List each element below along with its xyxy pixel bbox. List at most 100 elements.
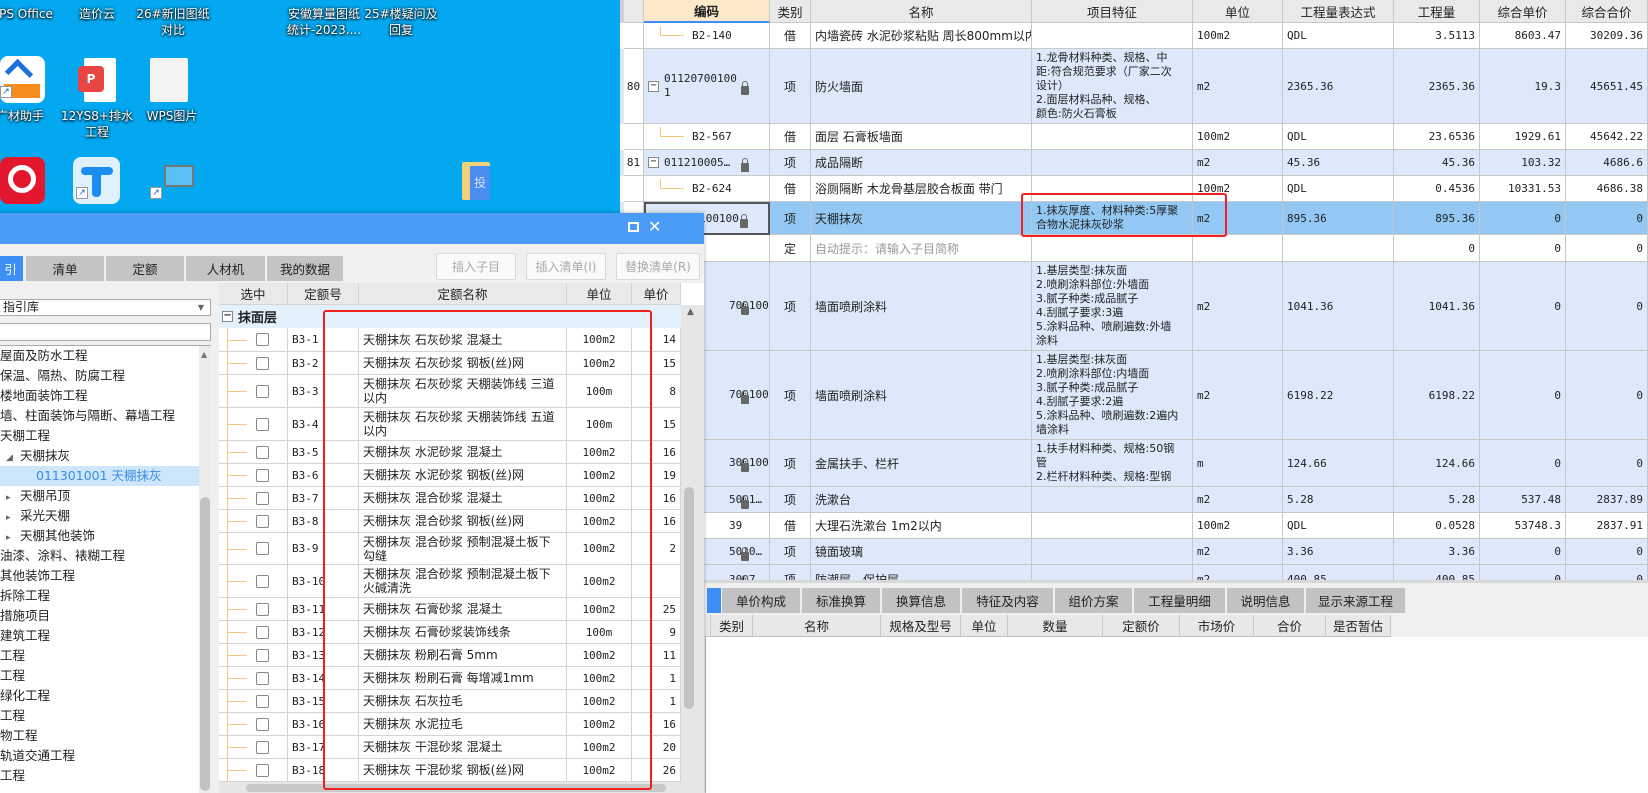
pdf-file-icon[interactable]: P — [78, 58, 116, 102]
collapsed-arrow-icon[interactable]: ▸ — [6, 508, 20, 528]
select-cell[interactable] — [219, 759, 288, 782]
row-checkbox[interactable] — [255, 763, 269, 777]
select-cell[interactable] — [219, 375, 288, 408]
tree-item[interactable]: 工程 — [0, 666, 199, 686]
tree-item[interactable]: 绿化工程 — [0, 686, 199, 706]
select-cell[interactable] — [219, 510, 288, 533]
dialog-button-0[interactable]: 插入子目 — [436, 253, 516, 280]
detail-column-header[interactable]: 单位 — [961, 615, 1008, 637]
dialog-title-bar[interactable]: ✕ — [0, 213, 704, 244]
tree-item[interactable]: 天棚工程 — [0, 426, 199, 446]
collapse-icon[interactable]: − — [648, 157, 659, 168]
this-pc-icon[interactable] — [164, 165, 194, 187]
table-row[interactable]: 700100 项墙面喷刷涂料 1.基层类型:抹灰面 2.喷刷涂料部位:外墙面 3.腻… — [620, 262, 1648, 351]
tab-1[interactable]: 标准换算 — [802, 588, 882, 613]
dialog-tab-0[interactable]: 引 — [0, 256, 23, 281]
desktop-icon-guangcai[interactable]: 广材助手 — [0, 108, 60, 124]
column-header[interactable]: 编码 — [644, 0, 770, 23]
quota-column-header[interactable]: 定额号 — [288, 283, 359, 305]
row-checkbox[interactable] — [255, 694, 269, 708]
tree-item[interactable]: 拆除工程 — [0, 586, 199, 606]
detail-column-header[interactable]: 名称 — [753, 615, 881, 637]
row-checkbox[interactable] — [255, 740, 269, 754]
name-cell[interactable]: 大理石洗漱台 1m2以内 — [811, 513, 1032, 539]
row-checkbox[interactable] — [255, 491, 269, 505]
detail-column-header[interactable]: 规格及型号 — [881, 615, 961, 637]
name-cell[interactable]: 金属扶手、栏杆 — [811, 440, 1032, 487]
expr-cell[interactable]: 400.85 — [1283, 565, 1394, 580]
tree-item[interactable]: 保温、隔热、防腐工程 — [0, 366, 199, 386]
tree-scrollbar[interactable]: ▲ — [199, 346, 211, 793]
desktop-icon-wps-picture[interactable]: WPS图片 — [132, 108, 212, 124]
row-checkbox[interactable] — [255, 445, 269, 459]
column-header[interactable]: 类别 — [770, 0, 811, 23]
select-cell[interactable] — [219, 713, 288, 736]
select-cell[interactable] — [219, 408, 288, 441]
detail-column-header[interactable]: 类别 — [711, 615, 753, 637]
desktop-icon-zaojiayun[interactable]: 造价云 — [57, 6, 137, 22]
tree-item[interactable]: ◢ 天棚抹灰 — [0, 446, 199, 466]
close-icon[interactable]: ✕ — [648, 217, 661, 236]
expr-cell[interactable] — [1283, 235, 1394, 262]
collapsed-arrow-icon[interactable]: ▸ — [6, 488, 20, 508]
row-checkbox[interactable] — [255, 356, 269, 370]
tab-3[interactable]: 特征及内容 — [962, 588, 1055, 613]
tab-6[interactable]: 说明信息 — [1227, 588, 1306, 613]
tree-item[interactable]: 011301001 天棚抹灰 — [0, 466, 199, 486]
tree-item[interactable]: 墙、柱面装饰与隔断、幕墙工程 — [0, 406, 199, 426]
select-cell[interactable] — [219, 598, 288, 621]
name-cell[interactable]: 墙面喷刷涂料 — [811, 351, 1032, 440]
table-row[interactable]: 3007…项防潮层、保护层m2400.85400.8500 — [620, 565, 1648, 580]
detail-column-header[interactable]: 定额价 — [1103, 615, 1180, 637]
desktop-icon-drawing-compare[interactable]: 26#新旧图纸 对比 — [133, 6, 213, 38]
table-row[interactable]: 300100 项金属扶手、栏杆 1.扶手材料种类、规格:50钢 管 2.栏杆材料种类… — [620, 440, 1648, 487]
tree-scrollbar-thumb[interactable] — [200, 497, 210, 791]
name-cell[interactable]: 墙面喷刷涂料 — [811, 262, 1032, 351]
row-checkbox[interactable] — [255, 671, 269, 685]
expr-cell[interactable]: 2365.36 — [1283, 49, 1394, 124]
code-cell[interactable]: B2-567 — [644, 124, 770, 150]
wps-image-file-icon[interactable] — [150, 58, 188, 102]
tree-item[interactable]: 轨道交通工程 — [0, 746, 199, 766]
select-cell[interactable] — [219, 533, 288, 565]
dialog-tab-2[interactable]: 定额 — [106, 256, 184, 281]
name-cell[interactable]: 成品隔断 — [811, 150, 1032, 176]
tab-5[interactable]: 工程量明细 — [1134, 588, 1227, 613]
column-header[interactable]: 名称 — [811, 0, 1032, 23]
row-checkbox[interactable] — [255, 717, 269, 731]
select-cell[interactable] — [219, 644, 288, 667]
tab-4[interactable]: 组价方案 — [1055, 588, 1134, 613]
library-select[interactable]: 指引库 ▼ — [0, 299, 211, 316]
dialog-tab-3[interactable]: 人材机 — [186, 256, 265, 281]
expr-cell[interactable]: QDL — [1283, 176, 1394, 202]
column-header[interactable]: 工程量 — [1394, 0, 1480, 23]
expr-cell[interactable]: 1041.36 — [1283, 262, 1394, 351]
dialog-button-1[interactable]: 插入清单(I) — [526, 253, 606, 280]
column-header[interactable]: 综合单价 — [1480, 0, 1566, 23]
row-checkbox[interactable] — [255, 514, 269, 528]
name-cell[interactable]: 面层 石膏板墙面 — [811, 124, 1032, 150]
column-header[interactable]: 综合合价 — [1566, 0, 1648, 23]
desktop-icon-anhui-stats[interactable]: 安徽算量图纸 统计-2023.... — [284, 6, 364, 38]
tree-item[interactable]: ▸ 采光天棚 — [0, 506, 199, 526]
name-cell[interactable]: 天棚抹灰 — [811, 202, 1032, 235]
detail-column-header[interactable]: 数量 — [1008, 615, 1103, 637]
tree-item[interactable]: 其他装饰工程 — [0, 566, 199, 586]
row-checkbox[interactable] — [255, 602, 269, 616]
dialog-button-2[interactable]: 替换清单(R) — [616, 253, 700, 280]
row-checkbox[interactable] — [255, 648, 269, 662]
row-checkbox[interactable] — [255, 417, 269, 431]
name-cell[interactable]: 防火墙面 — [811, 49, 1032, 124]
tree-item[interactable]: 工程 — [0, 646, 199, 666]
tab-7[interactable]: 显示来源工程 — [1306, 588, 1407, 613]
quota-column-header[interactable]: 选中 — [219, 283, 288, 305]
netease-music-icon[interactable] — [0, 157, 45, 204]
detail-column-header[interactable]: 市场价 — [1180, 615, 1254, 637]
tree-item[interactable]: 屋面及防水工程 — [0, 346, 199, 366]
name-cell[interactable]: 浴厕隔断 木龙骨基层胶合板面 带门 — [811, 176, 1032, 202]
code-cell[interactable]: B2-140 — [644, 23, 770, 49]
folder-icon[interactable]: 投 — [462, 162, 490, 200]
quota-grid-scrollbar-thumb[interactable] — [684, 487, 694, 709]
row-checkbox[interactable] — [255, 333, 269, 346]
name-cell[interactable]: 内墙瓷砖 水泥砂浆粘贴 周长800mm以内 — [811, 23, 1032, 49]
